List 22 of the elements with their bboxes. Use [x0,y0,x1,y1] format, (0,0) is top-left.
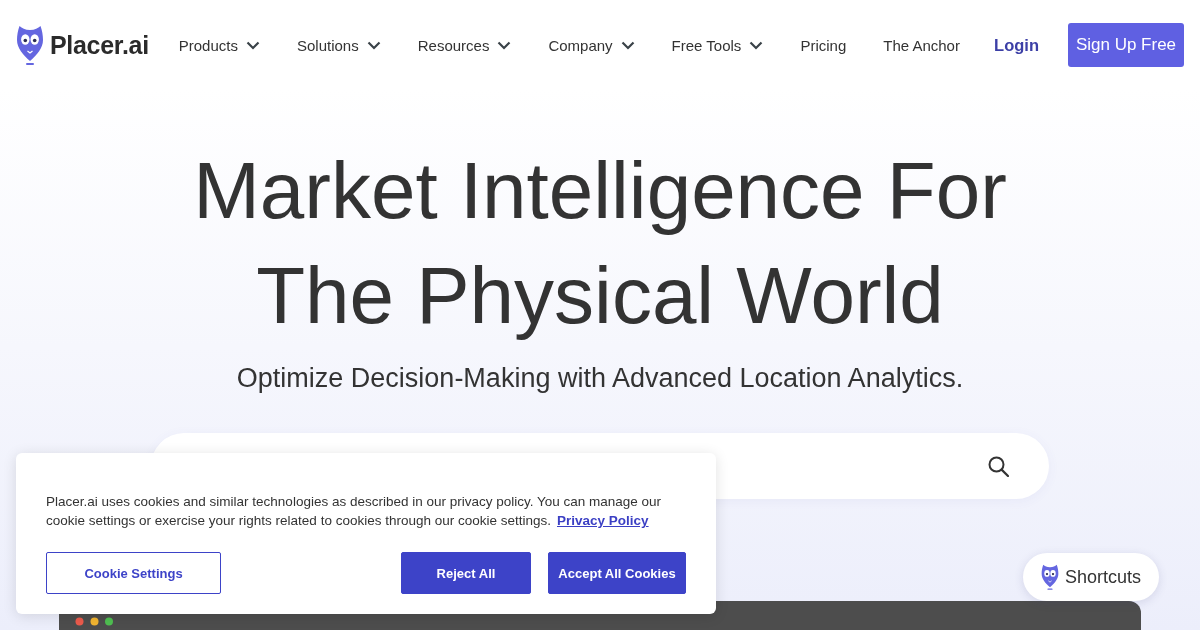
sign-up-button[interactable]: Sign Up Free [1068,23,1184,67]
shortcuts-button[interactable]: Shortcuts [1023,553,1159,601]
privacy-policy-link[interactable]: Privacy Policy [557,513,649,528]
nav-item[interactable]: Free Tools [671,36,764,54]
nav-item[interactable]: Solutions [297,36,381,54]
reject-all-button[interactable]: Reject All [401,552,531,594]
nav-item[interactable]: The Anchor [883,36,960,54]
owl-icon [1040,564,1059,590]
cookie-notice-text: Placer.ai uses cookies and similar technologies as described in our privacy policy. You can manage our cookie settings or exercise your rights related to cookies through our cookie settings. Privacy Policy [46,493,663,530]
hero-title: Market Intelligence For The Physical World [192,145,1008,342]
owl-icon [16,25,44,65]
nav-item[interactable]: Pricing [800,36,847,54]
window-controls-icon [75,617,113,626]
accept-cookies-button[interactable]: Accept All Cookies [548,552,686,594]
hero-subtitle: Optimize Decision-Making with Advanced Location Analytics. [236,362,964,395]
nav-item[interactable]: Company [548,36,635,54]
logo-link[interactable]: Placer.ai [16,25,149,65]
cookie-settings-button[interactable]: Cookie Settings [46,552,221,594]
login-link[interactable]: Login [994,35,1039,55]
search-icon [988,455,1009,477]
nav-item[interactable]: Resources [417,36,512,54]
nav-item[interactable]: Products [178,36,260,54]
